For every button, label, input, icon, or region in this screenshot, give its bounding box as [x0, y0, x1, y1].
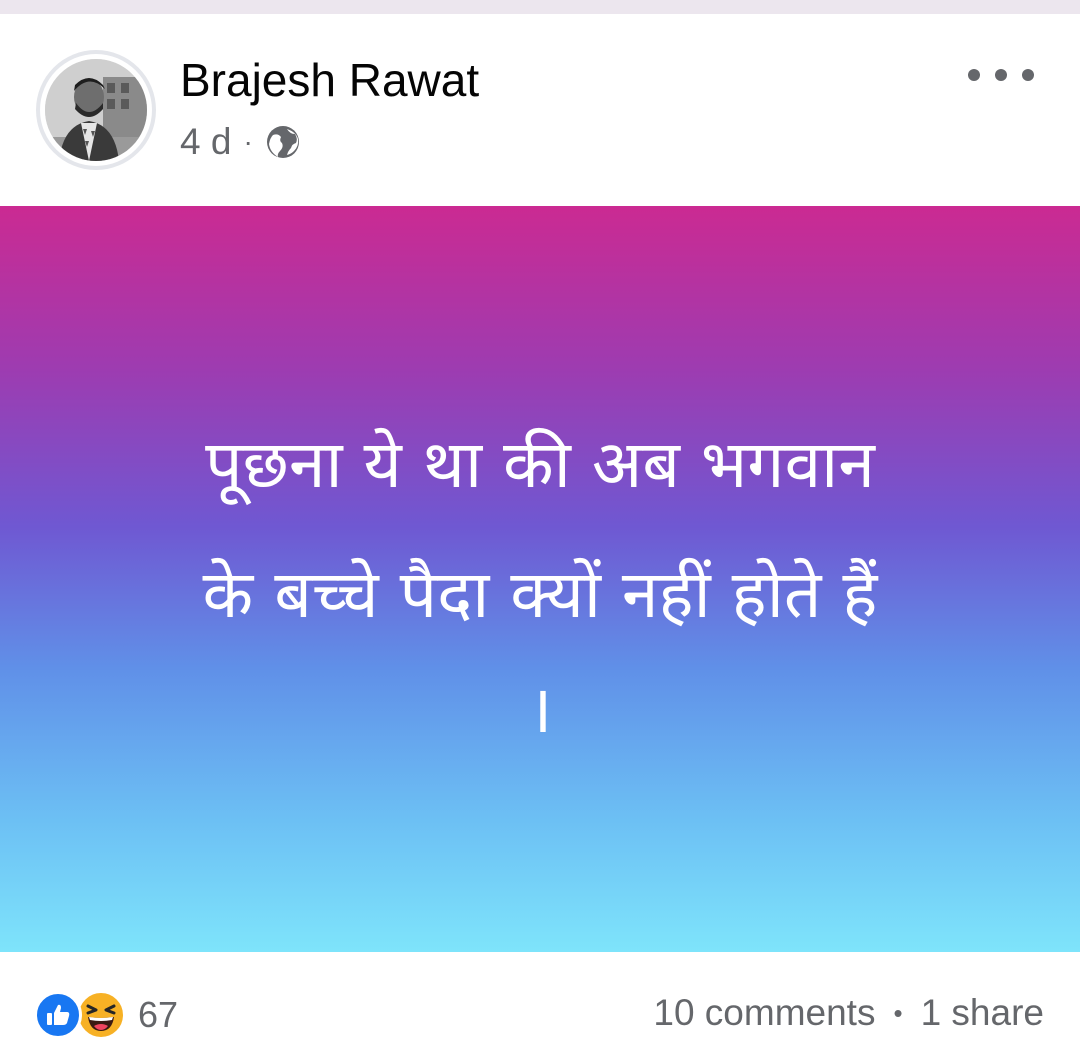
post-text: पूछना ये था की अब भगवान के बच्चे पैदा क्…: [60, 206, 1020, 760]
meta-separator: ·: [243, 126, 253, 157]
post-footer: 67 10 comments • 1 share: [0, 952, 1080, 1060]
top-divider: [0, 0, 1080, 14]
globe-icon[interactable]: [265, 124, 301, 160]
reactions-summary[interactable]: 67: [34, 990, 178, 1040]
post-header: Brajesh Rawat 4 d ·: [0, 14, 1080, 206]
post-text-line: पूछना ये था की अब भगवान: [205, 426, 875, 503]
shares-link[interactable]: 1 share: [921, 992, 1044, 1034]
stats-separator: •: [893, 997, 903, 1028]
post-meta: 4 d ·: [180, 121, 301, 163]
profile-photo: [45, 59, 147, 161]
post-text-line: के बच्चे पैदा क्यों नहीं होते हैं: [202, 556, 878, 633]
like-icon: [34, 991, 82, 1039]
more-dot: [1022, 69, 1034, 81]
profile-photo-image: [45, 59, 147, 161]
comments-link[interactable]: 10 comments: [653, 992, 875, 1034]
avatar[interactable]: [36, 50, 156, 170]
engagement-stats: 10 comments • 1 share: [653, 992, 1044, 1034]
haha-icon: [76, 990, 126, 1040]
more-options-icon[interactable]: [968, 58, 1034, 92]
post-time[interactable]: 4 d: [180, 121, 231, 163]
reaction-count: 67: [138, 994, 179, 1035]
author-name[interactable]: Brajesh Rawat: [180, 54, 479, 106]
post-text-line: ।: [527, 671, 553, 748]
more-dot: [995, 69, 1007, 81]
more-dot: [968, 69, 980, 81]
